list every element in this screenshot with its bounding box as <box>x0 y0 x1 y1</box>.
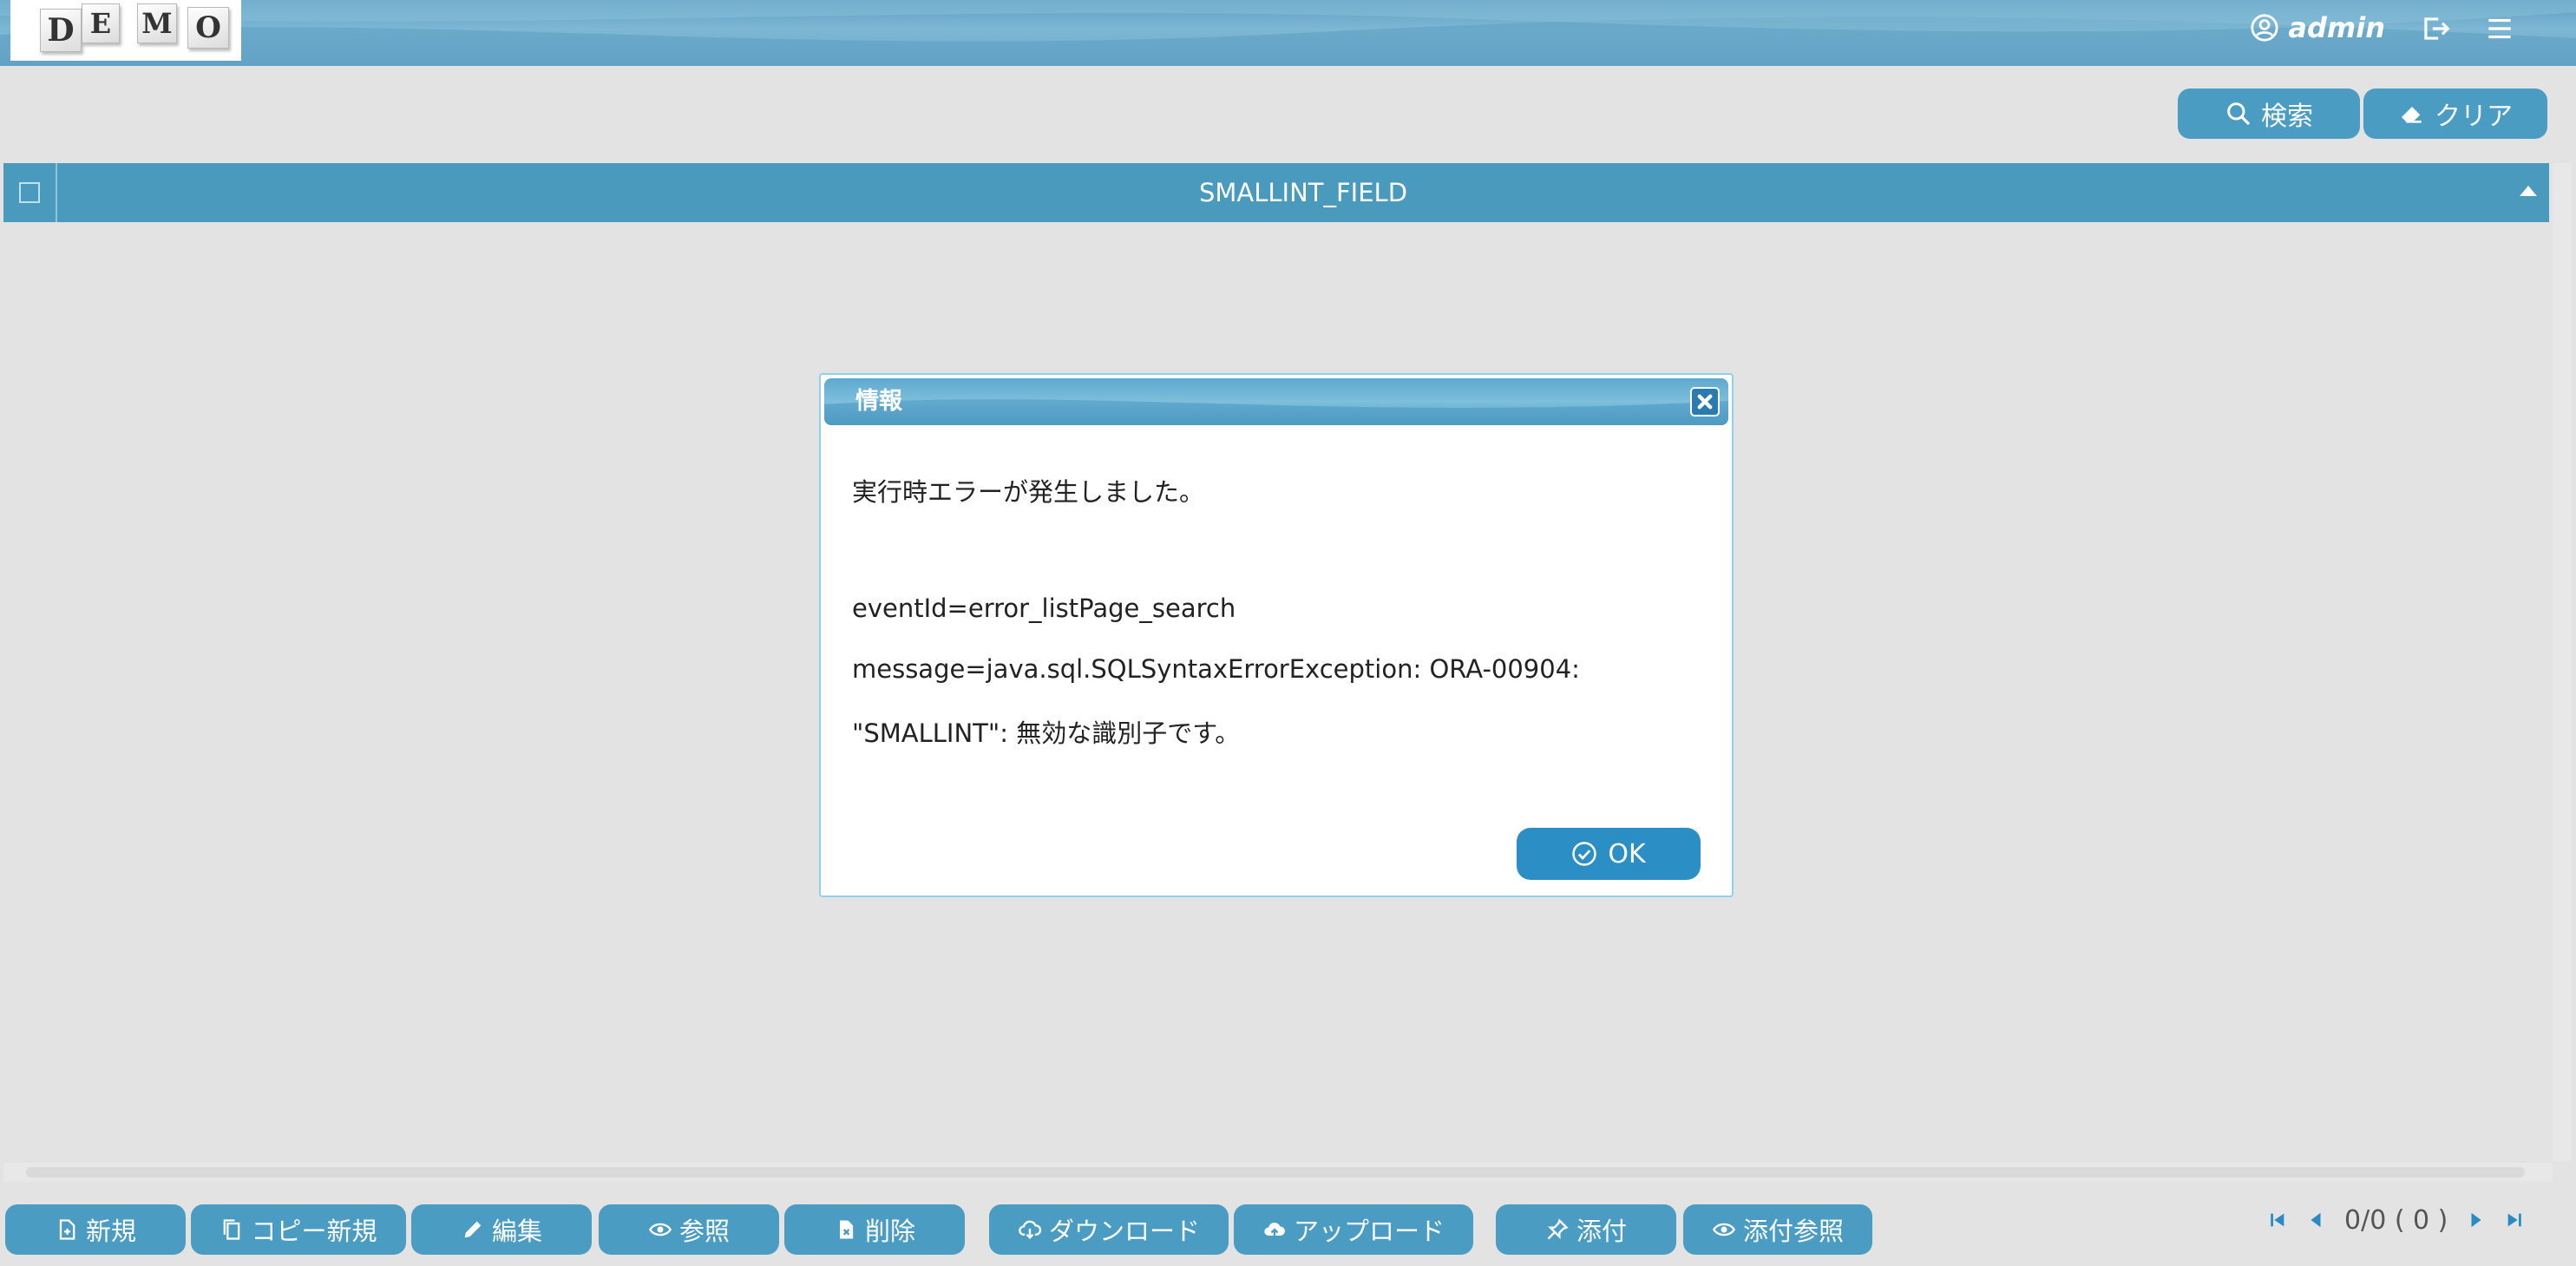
next-page-icon[interactable] <box>2467 1210 2486 1230</box>
pencil-icon <box>464 1221 482 1238</box>
upload-button[interactable]: アップロード <box>1234 1204 1473 1255</box>
info-dialog: 情報 実行時エラーが発生しました。 eventId=error_listPage… <box>819 373 1734 897</box>
last-page-icon[interactable] <box>2505 1210 2524 1230</box>
logo-tile: D <box>40 9 82 52</box>
copy-new-button[interactable]: コピー新規 <box>191 1204 406 1255</box>
attach-button[interactable]: 添付 <box>1496 1204 1676 1255</box>
cloud-download-icon <box>1019 1220 1042 1239</box>
search-icon <box>2227 102 2251 126</box>
dialog-close-button[interactable] <box>1690 387 1720 417</box>
download-button[interactable]: ダウンロード <box>989 1204 1229 1255</box>
dialog-message-line: 実行時エラーが発生しました。 <box>852 477 1205 507</box>
grid-header: SMALLINT_FIELD <box>3 163 2549 222</box>
pin-icon <box>1547 1218 1569 1240</box>
delete-button-label: 削除 <box>864 1217 915 1246</box>
header-wave-decoration <box>0 0 2576 66</box>
ok-button[interactable]: OK <box>1517 828 1701 880</box>
pager-status: 0/0 ( 0 ) <box>2344 1204 2448 1236</box>
logo-tile: E <box>82 3 120 43</box>
new-button[interactable]: 新規 <box>5 1204 186 1255</box>
logout-icon[interactable] <box>2419 12 2452 45</box>
sort-ascending-icon[interactable] <box>2520 186 2537 196</box>
search-button[interactable]: 検索 <box>2178 89 2360 139</box>
search-button-label: 検索 <box>2261 102 2313 132</box>
horizontal-scroll-thumb[interactable] <box>26 1167 2525 1177</box>
eye-icon <box>1712 1223 1735 1236</box>
dialog-message-line: eventId=error_listPage_search <box>852 594 1236 623</box>
user-menu[interactable]: admin <box>2250 9 2385 47</box>
dialog-titlebar[interactable]: 情報 <box>824 378 1728 425</box>
attach-view-button[interactable]: 添付参照 <box>1683 1204 1872 1255</box>
cloud-upload-icon <box>1264 1222 1285 1239</box>
vertical-scrollbar[interactable] <box>2553 163 2572 1161</box>
check-circle-icon <box>1572 842 1597 866</box>
attach-button-label: 添付 <box>1576 1217 1627 1246</box>
app-logo[interactable]: D E M O <box>10 0 241 61</box>
select-all-cell <box>3 163 57 222</box>
dialog-title: 情報 <box>855 388 902 415</box>
download-button-label: ダウンロード <box>1048 1217 1200 1246</box>
new-file-icon <box>59 1219 75 1240</box>
view-button[interactable]: 参照 <box>599 1204 779 1255</box>
close-icon <box>1697 394 1713 410</box>
logo-tile: O <box>187 7 229 49</box>
view-button-label: 参照 <box>678 1217 730 1246</box>
titlebar-wave-decoration <box>824 399 1728 425</box>
clear-button[interactable]: クリア <box>2363 89 2547 139</box>
copy-icon <box>224 1219 240 1240</box>
dialog-message-line: "SMALLINT": 無効な識別子です。 <box>852 718 1241 748</box>
previous-page-icon[interactable] <box>2306 1210 2325 1230</box>
delete-button[interactable]: 削除 <box>784 1204 965 1255</box>
edit-button[interactable]: 編集 <box>411 1204 592 1255</box>
first-page-icon[interactable] <box>2268 1210 2287 1230</box>
pager: 0/0 ( 0 ) <box>2268 1203 2524 1237</box>
ok-button-label: OK <box>1608 838 1646 869</box>
logo-tile: M <box>137 3 177 43</box>
upload-button-label: アップロード <box>1293 1217 1445 1246</box>
horizontal-scrollbar[interactable] <box>3 1163 2553 1182</box>
delete-file-icon <box>839 1220 854 1239</box>
user-name: admin <box>2288 11 2385 44</box>
eye-icon <box>648 1223 672 1236</box>
user-circle-icon <box>2251 14 2278 42</box>
select-all-checkbox[interactable] <box>19 182 40 203</box>
clear-button-label: クリア <box>2435 102 2513 132</box>
column-header-smallint-field[interactable]: SMALLINT_FIELD <box>57 163 2549 222</box>
edit-button-label: 編集 <box>491 1217 542 1246</box>
hamburger-menu-icon[interactable] <box>2483 12 2516 45</box>
attach-view-button-label: 添付参照 <box>1742 1217 1844 1246</box>
dialog-message-line: message=java.sql.SQLSyntaxErrorException… <box>852 654 1580 684</box>
copy-new-button-label: コピー新規 <box>251 1217 377 1246</box>
app-header: D E M O admin <box>0 0 2576 66</box>
eraser-icon <box>2402 107 2422 123</box>
new-button-label: 新規 <box>85 1217 136 1246</box>
